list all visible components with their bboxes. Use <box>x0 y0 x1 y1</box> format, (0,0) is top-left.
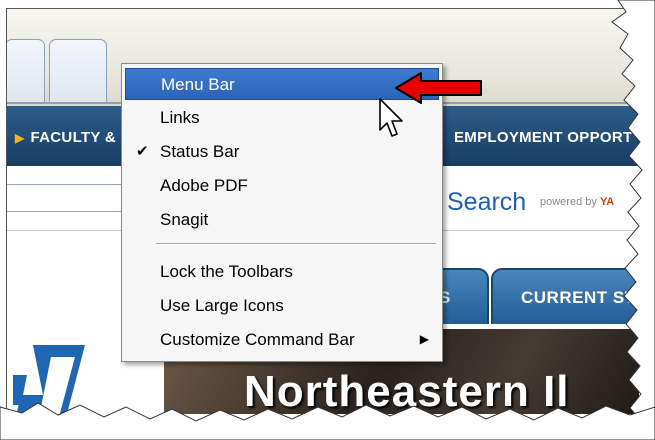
menu-item-large-icons-label: Use Large Icons <box>160 296 284 315</box>
red-pointer-arrow <box>395 72 482 104</box>
torn-edge-right <box>611 0 655 440</box>
menu-item-status-bar-label: Status Bar <box>160 142 240 161</box>
menu-item-status-bar[interactable]: ✔ Status Bar <box>125 136 439 168</box>
nav-link-faculty-label: FACULTY & <box>30 129 117 146</box>
submenu-arrow-icon: ▶ <box>419 332 429 346</box>
menu-item-adobe-pdf[interactable]: Adobe PDF <box>125 170 439 202</box>
powered-by-text: powered by <box>540 196 597 208</box>
menu-item-lock-toolbars[interactable]: Lock the Toolbars <box>125 256 439 288</box>
nav-triangle-icon: ▶ <box>15 131 25 145</box>
browser-tab-1[interactable] <box>7 39 45 104</box>
menu-item-snagit[interactable]: Snagit <box>125 204 439 236</box>
menu-item-customize-label: Customize Command Bar <box>160 330 355 349</box>
search-input[interactable] <box>7 184 138 212</box>
menu-item-adobe-pdf-label: Adobe PDF <box>160 176 248 195</box>
menu-item-customize-command-bar[interactable]: Customize Command Bar ▶ <box>125 324 439 356</box>
menu-item-lock-toolbars-label: Lock the Toolbars <box>160 262 293 281</box>
menu-item-menu-bar[interactable]: Menu Bar <box>125 68 439 100</box>
menu-separator-highlight <box>156 244 436 245</box>
menu-item-snagit-label: Snagit <box>160 210 209 229</box>
torn-edge-bottom <box>0 402 655 440</box>
mouse-cursor-icon <box>379 98 403 137</box>
menu-item-menu-bar-label: Menu Bar <box>161 75 235 94</box>
menu-item-links-label: Links <box>160 108 200 127</box>
nav-link-faculty[interactable]: ▶ FACULTY & <box>15 129 116 146</box>
search-label: Search <box>447 188 527 216</box>
browser-tab-2[interactable] <box>49 39 107 104</box>
check-icon: ✔ <box>136 143 149 160</box>
menu-item-large-icons[interactable]: Use Large Icons <box>125 290 439 322</box>
